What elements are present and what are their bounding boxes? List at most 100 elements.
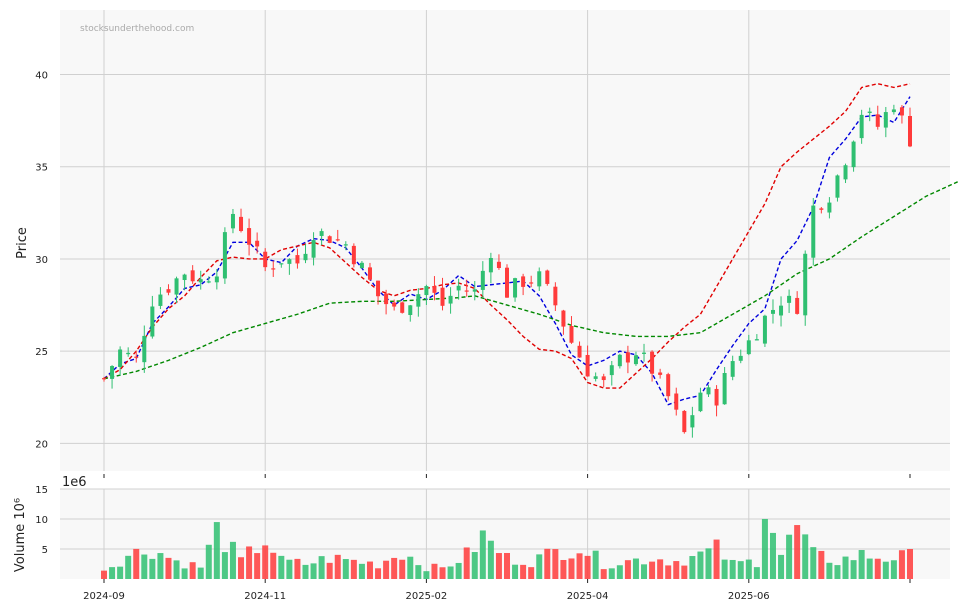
candle-body <box>488 257 493 273</box>
volume-bar <box>657 559 664 579</box>
candle-body <box>287 259 292 264</box>
candle-body <box>206 281 211 283</box>
volume-bar <box>769 532 776 579</box>
volume-bar <box>109 567 116 579</box>
candle-body <box>827 202 832 213</box>
candle-body <box>263 251 268 268</box>
volume-bar <box>882 561 889 579</box>
candle-body <box>359 262 364 269</box>
candle-body <box>255 240 260 247</box>
candle-body <box>367 267 372 280</box>
volume-bar <box>520 564 527 579</box>
volume-bar <box>342 559 349 579</box>
volume-bar <box>504 552 510 579</box>
candle-body <box>706 387 711 395</box>
candle-body <box>650 351 655 374</box>
volume-bar <box>874 558 881 579</box>
candle-body <box>392 302 397 307</box>
candle-body <box>698 392 703 412</box>
candle-body <box>545 270 550 284</box>
volume-bar <box>745 559 752 579</box>
candle-body <box>271 268 276 270</box>
candle-body <box>738 355 743 361</box>
candle-body <box>891 109 896 113</box>
candle-body <box>239 216 244 232</box>
price-tick-label: 20 <box>35 439 48 450</box>
volume-bar <box>737 561 744 579</box>
candle-body <box>150 306 155 337</box>
volume-bar <box>721 559 728 579</box>
volume-bar <box>649 561 656 579</box>
candle-body <box>166 289 171 293</box>
candle-body <box>448 295 453 304</box>
volume-bar <box>794 525 801 579</box>
candle-body <box>134 356 139 358</box>
candle-body <box>811 205 816 258</box>
candle-body <box>400 302 405 313</box>
candle-body <box>553 286 558 306</box>
candle-body <box>617 354 622 367</box>
volume-bar <box>117 566 124 579</box>
candle-body <box>569 326 574 343</box>
volume-bar <box>753 567 760 579</box>
candle-body <box>335 239 340 241</box>
candle-body <box>835 175 840 198</box>
volume-bar <box>665 565 672 579</box>
candle-body <box>158 294 163 306</box>
volume-bar <box>592 550 599 579</box>
candle-body <box>529 282 534 284</box>
volume-bar <box>907 549 913 579</box>
volume-tick-label: 5 <box>42 545 48 556</box>
x-tick-label: 2025-04 <box>567 591 609 602</box>
price-tick-label: 40 <box>35 71 48 82</box>
candle-body <box>795 297 800 314</box>
volume-tick-label: 10 <box>35 515 48 526</box>
volume-bar <box>834 565 841 579</box>
candle-body <box>730 361 735 377</box>
volume-y-axis: 5 10 15 <box>35 485 48 556</box>
volume-bar <box>270 552 277 579</box>
candle-body <box>230 213 235 229</box>
candle-body <box>690 415 695 428</box>
volume-bar <box>584 555 591 579</box>
volume-bar <box>552 549 559 579</box>
volume-bar <box>624 560 631 579</box>
candle-body <box>110 366 115 379</box>
volume-bar <box>254 553 261 579</box>
volume-bar <box>471 552 478 579</box>
candle-body <box>408 305 413 316</box>
volume-bar <box>165 557 172 579</box>
price-tick-label: 25 <box>35 347 48 358</box>
candle-body <box>819 208 824 210</box>
volume-bar <box>761 518 768 579</box>
candle-body <box>343 244 348 246</box>
candle-body <box>432 286 437 293</box>
volume-bar <box>358 563 365 579</box>
watermark: stocksunderthehood.com <box>80 24 194 34</box>
volume-bar <box>221 552 228 579</box>
volume-bar <box>407 556 414 579</box>
candle-body <box>601 376 606 381</box>
candle-body <box>182 274 187 281</box>
candle-body <box>174 278 179 295</box>
candle-body <box>609 365 614 376</box>
volume-bar <box>842 556 849 579</box>
volume-bar <box>181 568 188 579</box>
volume-tick-label: 15 <box>35 485 48 496</box>
candle-body <box>754 339 759 341</box>
candle-body <box>416 294 421 307</box>
x-tick-label: 2024-09 <box>83 591 125 602</box>
candle-body <box>770 309 775 314</box>
volume-bar <box>786 534 793 579</box>
stock-chart: stocksunderthehood.com 2025303540 Price … <box>13 10 959 602</box>
volume-bar <box>713 539 720 579</box>
volume-bar <box>310 563 317 579</box>
volume-bar <box>729 559 736 579</box>
volume-bar <box>334 554 341 579</box>
candle-body <box>625 352 630 363</box>
volume-bar <box>890 560 897 579</box>
x-tick-label: 2025-02 <box>406 591 448 602</box>
candle-body <box>779 305 784 316</box>
volume-bar <box>262 545 269 579</box>
candle-body <box>642 352 647 354</box>
